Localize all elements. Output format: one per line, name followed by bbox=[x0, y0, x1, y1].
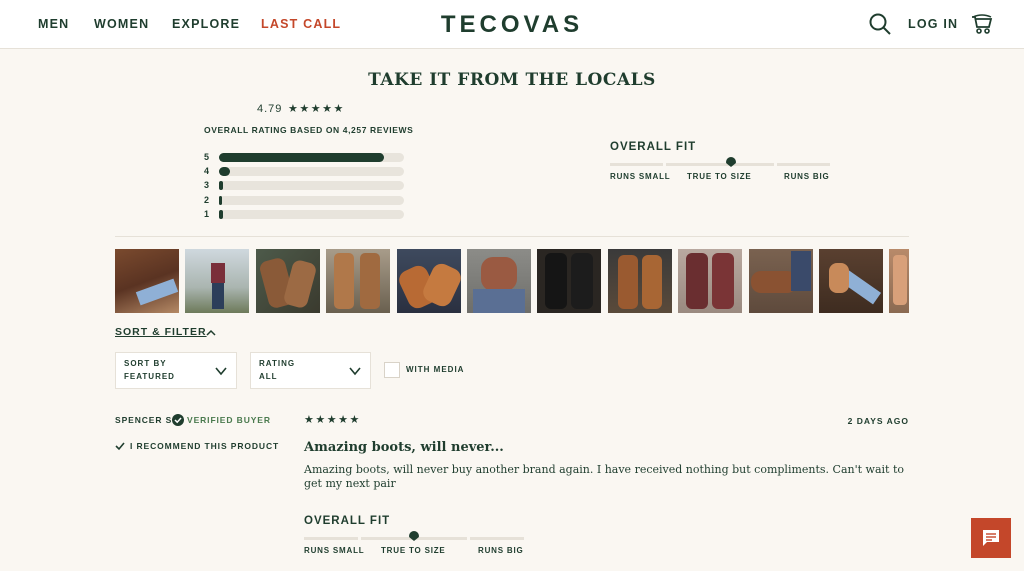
review-body: Amazing boots, will never buy another br… bbox=[304, 463, 905, 490]
cart-icon[interactable] bbox=[970, 12, 994, 36]
sort-filter-toggle[interactable]: SORT & FILTER bbox=[115, 326, 207, 338]
verified-check-icon bbox=[172, 414, 184, 426]
average-rating: 4.79 bbox=[257, 103, 283, 115]
verified-buyer-badge: VERIFIED BUYER bbox=[187, 415, 271, 425]
rating-value: ALL bbox=[259, 372, 278, 381]
fit-segment bbox=[470, 537, 524, 540]
dist-bar-1[interactable] bbox=[219, 210, 404, 219]
dist-label-3: 3 bbox=[204, 180, 210, 190]
dist-bar-3[interactable] bbox=[219, 181, 404, 190]
customer-photo[interactable] bbox=[819, 249, 883, 313]
dist-fill-5 bbox=[219, 153, 384, 162]
review-date: 2 DAYS AGO bbox=[847, 416, 909, 426]
dist-label-4: 4 bbox=[204, 166, 210, 176]
chat-icon bbox=[983, 530, 999, 546]
dist-label-1: 1 bbox=[204, 209, 210, 219]
dist-bar-5[interactable] bbox=[219, 153, 404, 162]
rating-select[interactable]: RATING ALL bbox=[250, 352, 371, 389]
rating-label: RATING bbox=[259, 359, 296, 368]
fit-segment bbox=[777, 163, 830, 166]
reviews-section-title: TAKE IT FROM THE LOCALS bbox=[368, 70, 656, 90]
section-divider bbox=[115, 236, 909, 237]
dist-label-5: 5 bbox=[204, 152, 210, 162]
checkmark-icon bbox=[115, 442, 125, 451]
chat-button[interactable] bbox=[971, 518, 1011, 558]
customer-photo[interactable] bbox=[537, 249, 601, 313]
customer-photo[interactable] bbox=[256, 249, 320, 313]
top-navigation: MEN WOMEN EXPLORE LAST CALL TECOVAS LOG … bbox=[0, 0, 1024, 49]
review-title: Amazing boots, will never... bbox=[304, 440, 504, 455]
customer-photo[interactable] bbox=[608, 249, 672, 313]
chevron-down-icon bbox=[215, 367, 227, 376]
dist-bar-4[interactable] bbox=[219, 167, 404, 176]
customer-photo[interactable] bbox=[115, 249, 179, 313]
customer-photo[interactable] bbox=[749, 249, 813, 313]
with-media-checkbox[interactable] bbox=[384, 362, 400, 378]
overall-rating-caption: OVERALL RATING BASED ON 4,257 REVIEWS bbox=[204, 125, 414, 135]
fit-label-small: RUNS SMALL bbox=[610, 172, 671, 181]
dist-fill-3 bbox=[219, 181, 223, 190]
customer-photo[interactable] bbox=[326, 249, 390, 313]
fit-label-small: RUNS SMALL bbox=[304, 546, 365, 555]
customer-photo[interactable] bbox=[889, 249, 909, 313]
fit-label-big: RUNS BIG bbox=[478, 546, 524, 555]
chevron-up-icon[interactable] bbox=[206, 328, 216, 338]
fit-label-true: TRUE TO SIZE bbox=[687, 172, 752, 181]
fit-segment bbox=[610, 163, 663, 166]
fit-segment bbox=[666, 163, 774, 166]
sort-by-label: SORT BY bbox=[124, 359, 167, 368]
dist-fill-2 bbox=[219, 196, 222, 205]
login-link[interactable]: LOG IN bbox=[908, 17, 958, 31]
customer-photo[interactable] bbox=[185, 249, 249, 313]
dist-bar-2[interactable] bbox=[219, 196, 404, 205]
average-stars: ★★★★★ bbox=[288, 103, 345, 115]
dist-fill-4 bbox=[219, 167, 230, 176]
search-icon[interactable] bbox=[868, 12, 892, 36]
with-media-label[interactable]: WITH MEDIA bbox=[406, 365, 464, 374]
customer-photo[interactable] bbox=[467, 249, 531, 313]
chevron-down-icon bbox=[349, 367, 361, 376]
sort-by-select[interactable]: SORT BY FEATURED bbox=[115, 352, 237, 389]
fit-segment bbox=[304, 537, 358, 540]
dist-label-2: 2 bbox=[204, 195, 210, 205]
review-stars: ★★★★★ bbox=[304, 414, 361, 426]
overall-fit-title: OVERALL FIT bbox=[610, 141, 697, 153]
customer-photo[interactable] bbox=[397, 249, 461, 313]
sort-by-value: FEATURED bbox=[124, 372, 175, 381]
fit-label-big: RUNS BIG bbox=[784, 172, 830, 181]
reviewer-name: SPENCER S bbox=[115, 415, 173, 425]
review-fit-title: OVERALL FIT bbox=[304, 515, 391, 527]
fit-label-true: TRUE TO SIZE bbox=[381, 546, 446, 555]
recommend-text: I RECOMMEND THIS PRODUCT bbox=[130, 441, 280, 451]
dist-fill-1 bbox=[219, 210, 223, 219]
customer-photo[interactable] bbox=[678, 249, 742, 313]
